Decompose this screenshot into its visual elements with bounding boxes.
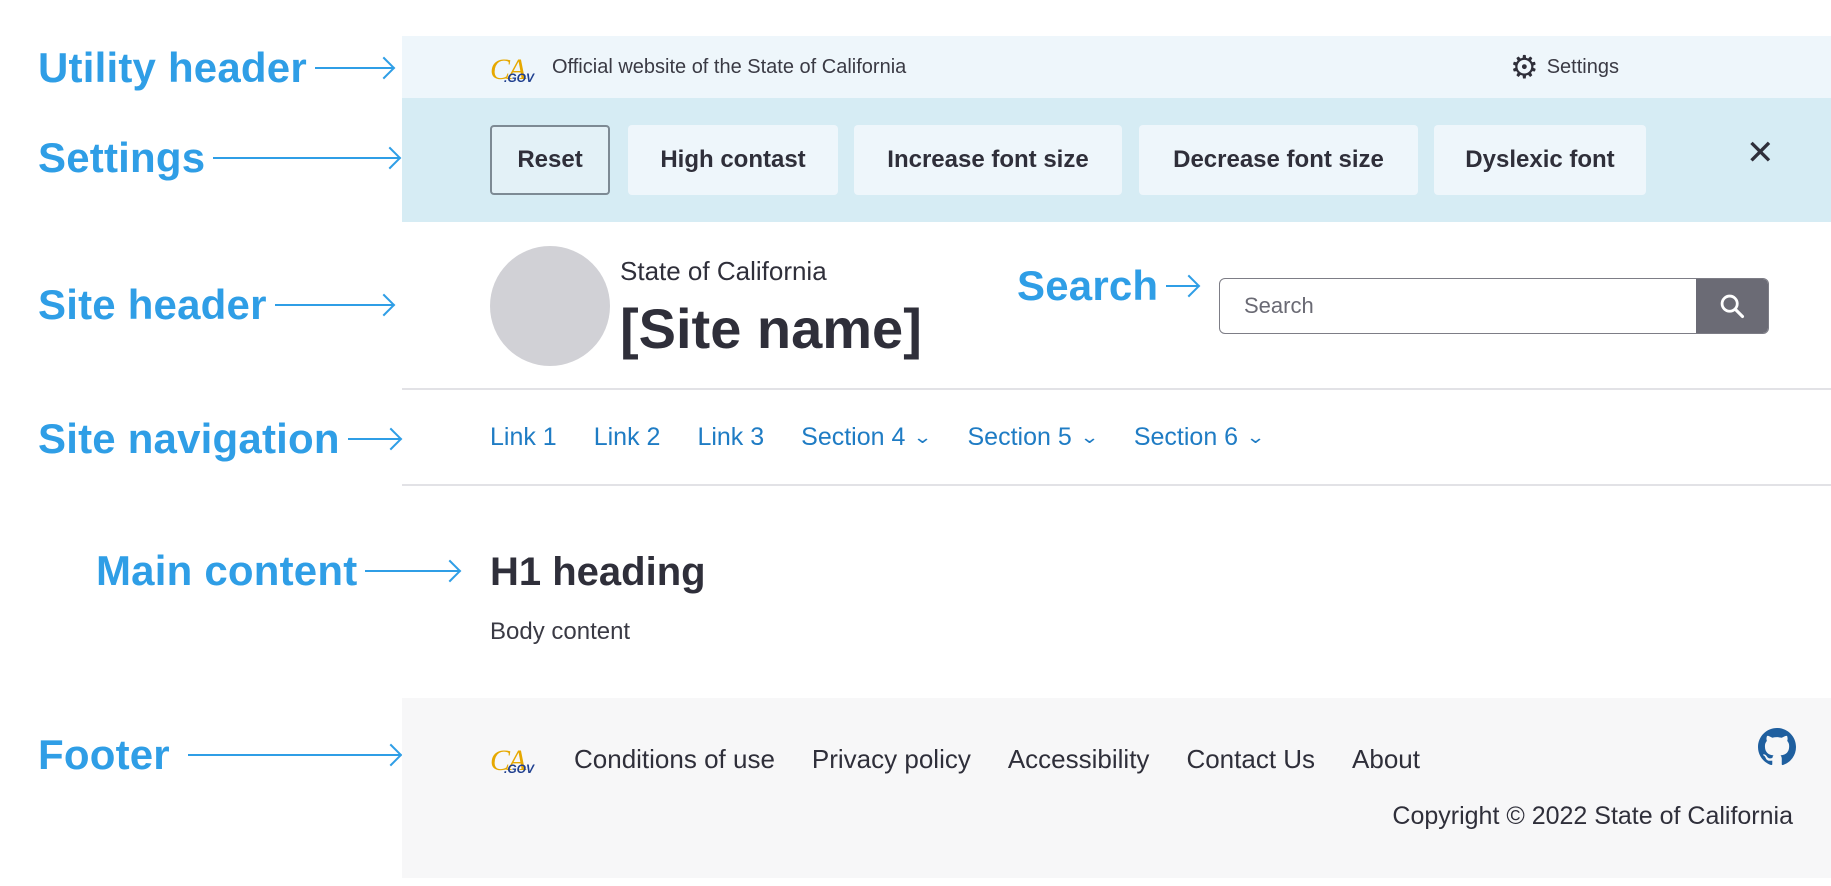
footer-link-accessibility[interactable]: Accessibility (1008, 744, 1150, 775)
nav-section-6[interactable]: Section 6 ⌄ (1133, 422, 1266, 452)
ca-gov-logo[interactable]: CA .GOV (490, 740, 542, 777)
github-icon[interactable] (1758, 728, 1796, 766)
footer-link-contact[interactable]: Contact Us (1186, 744, 1315, 775)
logo-gov-text: .GOV (504, 762, 535, 776)
site-logo-placeholder[interactable] (490, 246, 610, 366)
decrease-font-size-button[interactable]: Decrease font size (1139, 125, 1418, 195)
annotation-label: Search (1017, 262, 1159, 309)
utility-header: CA .GOV Official website of the State of… (402, 36, 1831, 98)
arrow-icon (1166, 285, 1199, 287)
dyslexic-font-button[interactable]: Dyslexic font (1434, 125, 1646, 195)
page-title: H1 heading (490, 550, 706, 594)
chevron-down-icon: ⌄ (1245, 426, 1266, 447)
nav-section-label: Section 6 (1133, 422, 1239, 451)
footer: CA .GOV Conditions of use Privacy policy… (402, 698, 1831, 878)
arrow-icon (347, 438, 400, 440)
site-navigation: Link 1 Link 2 Link 3 Section 4 ⌄ Section… (402, 390, 1831, 486)
annotation-label: Site header (38, 281, 267, 328)
search-annotation: Search (1017, 262, 1199, 310)
chevron-down-icon: ⌄ (913, 426, 933, 447)
increase-font-size-button[interactable]: Increase font size (854, 125, 1122, 195)
nav-section-4[interactable]: Section 4 ⌄ (801, 422, 933, 452)
nav-section-label: Section 4 (801, 422, 906, 451)
annotation-label: Site navigation (38, 415, 340, 462)
annotation-label: Main content (96, 547, 358, 594)
arrow-icon (274, 304, 393, 306)
settings-toggle[interactable]: ⚙ Settings (1510, 36, 1619, 98)
logo-gov-text: .GOV (504, 71, 535, 85)
nav-link-1[interactable]: Link 1 (490, 423, 557, 452)
copyright-text: Copyright © 2022 State of California (1392, 802, 1793, 830)
nav-section-5[interactable]: Section 5 ⌄ (967, 422, 1100, 452)
site-name[interactable]: [Site name] (620, 296, 922, 361)
close-icon[interactable]: ✕ (1746, 136, 1775, 170)
utility-header-annotation: Utility header (38, 44, 393, 92)
reset-button[interactable]: Reset (490, 125, 610, 195)
annotation-label: Footer (38, 731, 170, 778)
search-button[interactable] (1696, 279, 1768, 333)
arrow-icon (314, 67, 393, 69)
nav-link-2[interactable]: Link 2 (594, 423, 661, 452)
site-navigation-annotation: Site navigation (38, 415, 400, 463)
official-website-text: Official website of the State of Califor… (552, 55, 907, 78)
nav-section-label: Section 5 (967, 422, 1072, 451)
site-header: State of California [Site name] Search (402, 222, 1831, 390)
site-header-annotation: Site header (38, 281, 393, 329)
search-icon (1720, 294, 1745, 319)
arrow-icon (213, 157, 400, 159)
footer-annotation: Footer (38, 731, 400, 779)
ca-gov-logo[interactable]: CA .GOV (490, 49, 542, 86)
gear-icon: ⚙ (1510, 49, 1539, 85)
search-input[interactable] (1220, 279, 1696, 333)
settings-label: Settings (1546, 55, 1619, 78)
state-name: State of California (620, 256, 827, 286)
settings-annotation: Settings (38, 134, 400, 182)
settings-bar: Reset High contast Increase font size De… (402, 98, 1831, 222)
chevron-down-icon: ⌄ (1079, 426, 1100, 447)
nav-link-3[interactable]: Link 3 (697, 423, 764, 452)
footer-link-privacy[interactable]: Privacy policy (812, 744, 971, 775)
footer-link-conditions[interactable]: Conditions of use (574, 744, 775, 775)
annotation-label: Settings (38, 134, 206, 181)
body-content: Body content (490, 618, 631, 645)
annotation-label: Utility header (38, 44, 307, 91)
search-bar (1219, 278, 1769, 334)
footer-links: Conditions of use Privacy policy Accessi… (574, 744, 1420, 775)
high-contrast-button[interactable]: High contast (628, 125, 838, 195)
main-content: H1 heading Body content (402, 486, 1831, 698)
arrow-icon (187, 754, 400, 756)
footer-link-about[interactable]: About (1352, 744, 1420, 775)
